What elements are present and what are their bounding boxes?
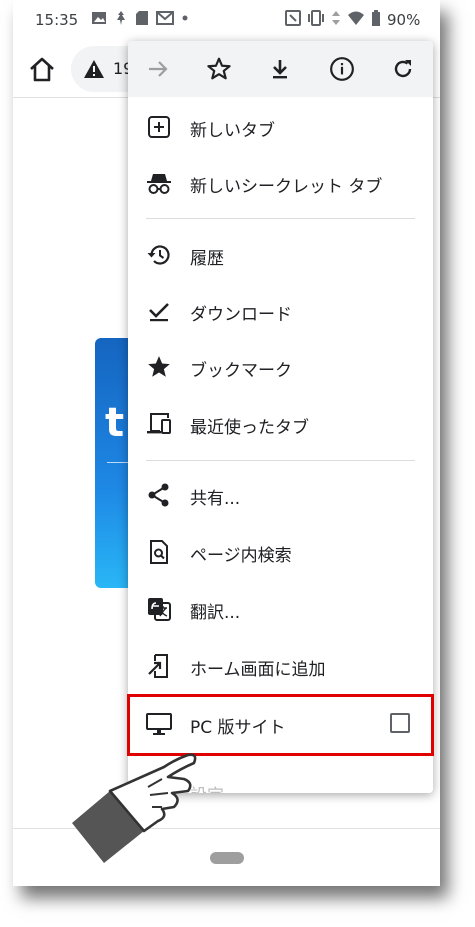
new-tab-icon (148, 116, 170, 138)
translate-icon (148, 598, 171, 621)
find-in-page-icon (150, 540, 168, 564)
menu-separator (146, 460, 415, 461)
menu-item-add-to-home[interactable]: ホーム画面に追加 (128, 638, 433, 694)
overflow-menu: 新しいタブ 新しいシークレット タブ 履歴 ダウンロード ブックマーク 最近使っ… (128, 41, 433, 793)
page-info-button[interactable] (327, 54, 357, 84)
pointing-hand-icon (72, 753, 197, 863)
menu-item-label: 最近使ったタブ (190, 418, 309, 438)
menu-item-label: ページ内検索 (190, 546, 292, 566)
sd-card-icon (136, 11, 148, 25)
menu-item-label: ホーム画面に追加 (190, 660, 326, 680)
status-notification-icons (91, 10, 189, 26)
menu-item-downloads[interactable]: ダウンロード (128, 283, 433, 339)
wifi-icon (348, 11, 364, 25)
menu-item-new-tab[interactable]: 新しいタブ (128, 99, 433, 155)
battery-icon (372, 10, 380, 26)
menu-item-find-in-page[interactable]: ページ内検索 (128, 524, 433, 580)
menu-item-label: ブックマーク (190, 361, 292, 381)
menu-item-label: 履歴 (190, 249, 224, 269)
download-button[interactable] (265, 54, 295, 84)
status-system-icons (285, 10, 381, 26)
menu-item-label: 新しいシークレット タブ (190, 177, 383, 197)
refresh-icon (394, 60, 412, 78)
status-time: 15:35 (35, 11, 79, 29)
image-icon (92, 12, 106, 24)
menu-item-label: ダウンロード (190, 305, 292, 325)
vibrate-icon (308, 10, 324, 26)
history-icon (147, 245, 170, 265)
gesture-nav-pill[interactable] (210, 852, 244, 864)
star-outline-icon (207, 57, 231, 80)
gmail-icon (156, 11, 174, 25)
downloads-icon (149, 303, 169, 322)
forward-icon (149, 61, 168, 77)
menu-item-history[interactable]: 履歴 (128, 227, 433, 283)
forward-button[interactable] (143, 54, 173, 84)
status-bar: 15:35 90% (13, 0, 440, 40)
devices-icon (147, 413, 171, 434)
menu-item-label: 共有... (190, 489, 241, 509)
refresh-button[interactable] (388, 54, 418, 84)
incognito-icon (147, 174, 171, 194)
nfc-icon (285, 10, 301, 26)
home-icon[interactable] (27, 54, 57, 84)
menu-item-label: 新しいタブ (190, 121, 275, 141)
menu-item-share[interactable]: 共有... (128, 467, 433, 523)
menu-separator (146, 218, 415, 219)
menu-item-incognito-tab[interactable]: 新しいシークレット タブ (128, 155, 433, 211)
status-battery-percent: 90% (387, 11, 421, 29)
menu-item-translate[interactable]: 翻訳... (128, 581, 433, 637)
menu-icon-bar (128, 41, 433, 97)
share-icon (148, 483, 169, 507)
warning-icon (84, 60, 104, 78)
info-icon (330, 57, 354, 81)
dot-icon (182, 15, 188, 21)
add-to-home-icon (148, 654, 168, 678)
cast-icon (117, 11, 125, 25)
data-arrows-icon (332, 11, 340, 25)
menu-item-recent-tabs[interactable]: 最近使ったタブ (128, 396, 433, 452)
download-icon (273, 60, 287, 79)
bookmark-button[interactable] (204, 54, 234, 84)
bookmark-star-icon (148, 356, 170, 377)
banner-text: t (105, 400, 125, 446)
menu-item-label: 翻訳... (190, 603, 241, 623)
menu-item-bookmarks[interactable]: ブックマーク (128, 339, 433, 395)
